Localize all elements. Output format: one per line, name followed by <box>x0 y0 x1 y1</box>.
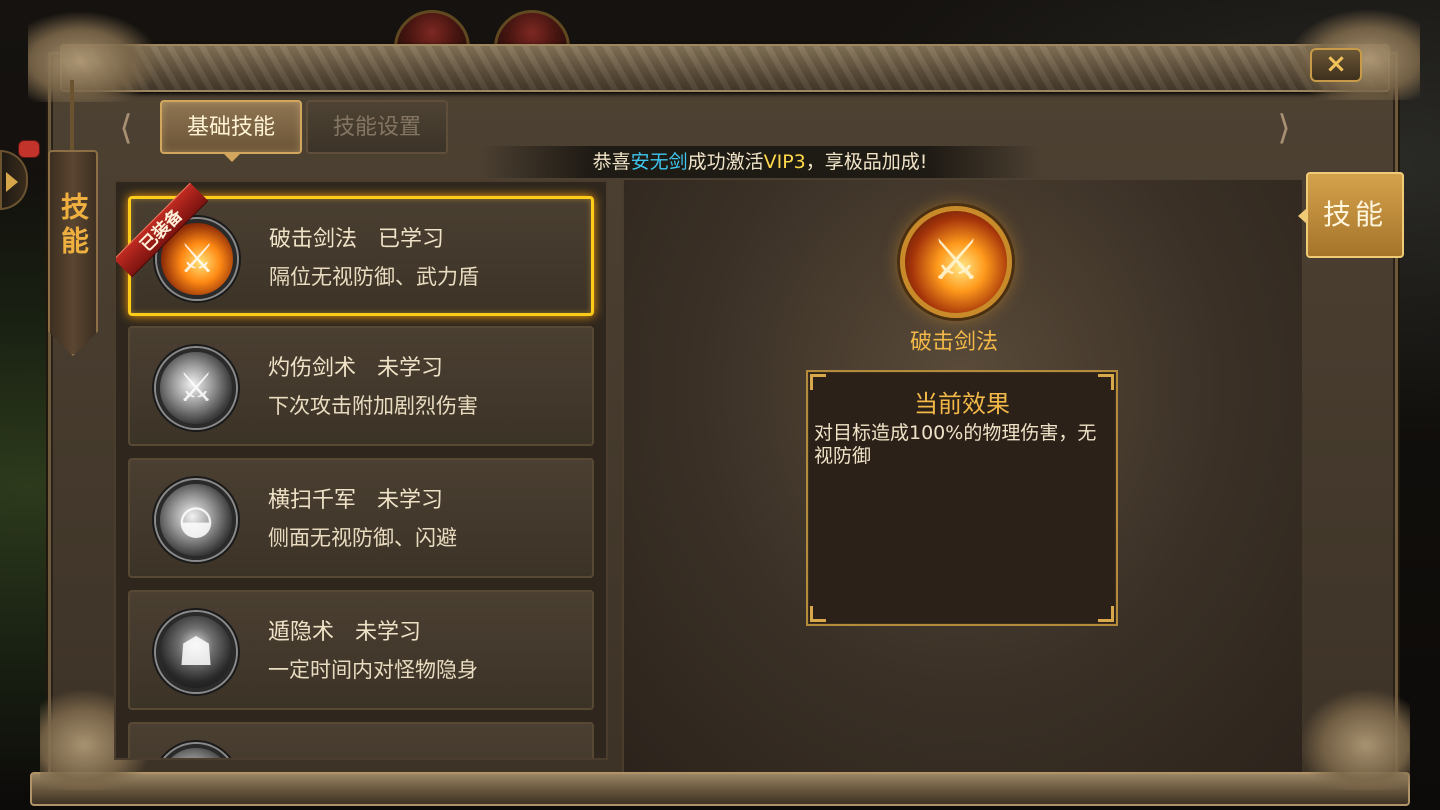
skill-status: 已学习 <box>378 227 445 252</box>
skill-icon <box>156 744 236 758</box>
dragon-ornament-icon <box>28 12 158 102</box>
effect-box: 当前效果 对目标造成100%的物理伤害，无视防御 <box>806 370 1118 626</box>
skill-desc: 下次攻击附加剧烈伤害 <box>268 394 478 418</box>
expand-arrow-button[interactable] <box>0 150 28 210</box>
skill-list[interactable]: ⚔ 已装备 破击剑法 已学习 隔位无视防御、武力盾 ⚔ 灼伤剑术 未学习 下次攻… <box>114 180 608 760</box>
announcement-suffix: ，享极品加成! <box>805 151 928 173</box>
tab-basic-skills[interactable]: 基础技能 <box>160 100 302 162</box>
skill-name: 遁隐术 <box>268 620 335 645</box>
skill-name: 横扫千军 <box>268 488 357 513</box>
nav-right-arrow-icon[interactable]: ⟩ <box>1264 108 1304 148</box>
skill-item-dunyin[interactable]: ☗ 遁隐术 未学习 一定时间内对怪物隐身 <box>128 590 594 710</box>
announcement-prefix: 恭喜 <box>592 151 631 173</box>
skill-desc: 隔位无视防御、武力盾 <box>269 265 479 289</box>
side-title-label: 技能 <box>57 192 90 260</box>
skill-title: 遁隐术 未学习 <box>268 614 421 646</box>
fire-sword-icon: ⚔ <box>900 206 1012 318</box>
skill-desc: 一定时间内对怪物隐身 <box>268 658 478 682</box>
corner-ornament-icon <box>1098 606 1114 622</box>
skill-status: 未学习 <box>355 620 422 645</box>
chat-icon[interactable] <box>18 140 40 158</box>
skill-item-hengsao[interactable]: ◒ 横扫千军 未学习 侧面无视防御、闪避 <box>128 458 594 578</box>
announcement-banner: 恭喜安无剑成功激活VIP3，享极品加成! <box>480 146 1040 178</box>
skill-detail-panel: ⚔ 破击剑法 当前效果 对目标造成100%的物理伤害，无视防御 <box>622 180 1302 772</box>
skill-item-zhuoshang[interactable]: ⚔ 灼伤剑术 未学习 下次攻击附加剧烈伤害 <box>128 326 594 446</box>
announcement-player: 安无剑 <box>630 151 688 173</box>
effect-title: 当前效果 <box>914 390 1010 418</box>
skill-status: 未学习 <box>377 488 444 513</box>
corner-ornament-icon <box>810 606 826 622</box>
tab-skill-settings[interactable]: 技能设置 <box>306 100 448 154</box>
skill-status: 未学习 <box>377 356 444 381</box>
announcement-middle: 成功激活 <box>687 151 764 173</box>
arrow-right-icon <box>6 172 18 192</box>
skill-item-partial[interactable] <box>128 722 594 758</box>
game-scene: × 技能 ⟨ ⟩ 基础技能 技能设置 恭喜安无剑成功激活VIP3，享极品加成! … <box>0 0 1440 810</box>
side-title-tag: 技能 <box>48 150 98 356</box>
skill-name: 灼伤剑术 <box>268 356 357 381</box>
sweep-icon: ◒ <box>156 480 236 560</box>
skill-name: 破击剑法 <box>269 227 358 252</box>
window-bottom-border <box>30 772 1410 806</box>
slash-icon: ⚔ <box>156 348 236 428</box>
stealth-icon: ☗ <box>156 612 236 692</box>
skill-item-poji[interactable]: ⚔ 已装备 破击剑法 已学习 隔位无视防御、武力盾 <box>116 182 594 316</box>
skill-title: 灼伤剑术 未学习 <box>268 350 443 382</box>
flame-ornament-icon <box>1300 690 1410 790</box>
announcement-vip: VIP3 <box>763 151 806 173</box>
window-top-border <box>60 44 1390 92</box>
nav-left-arrow-icon[interactable]: ⟨ <box>106 108 146 148</box>
skill-title: 破击剑法 已学习 <box>269 221 444 253</box>
tag-cord <box>70 80 74 152</box>
detail-skill-name: 破击剑法 <box>909 330 998 355</box>
close-button[interactable]: × <box>1310 48 1362 82</box>
skill-side-tab[interactable]: 技能 <box>1298 172 1404 258</box>
effect-text: 对目标造成100%的物理伤害，无视防御 <box>814 422 1097 467</box>
skill-title: 横扫千军 未学习 <box>268 482 443 514</box>
skill-desc: 侧面无视防御、闪避 <box>268 526 457 550</box>
